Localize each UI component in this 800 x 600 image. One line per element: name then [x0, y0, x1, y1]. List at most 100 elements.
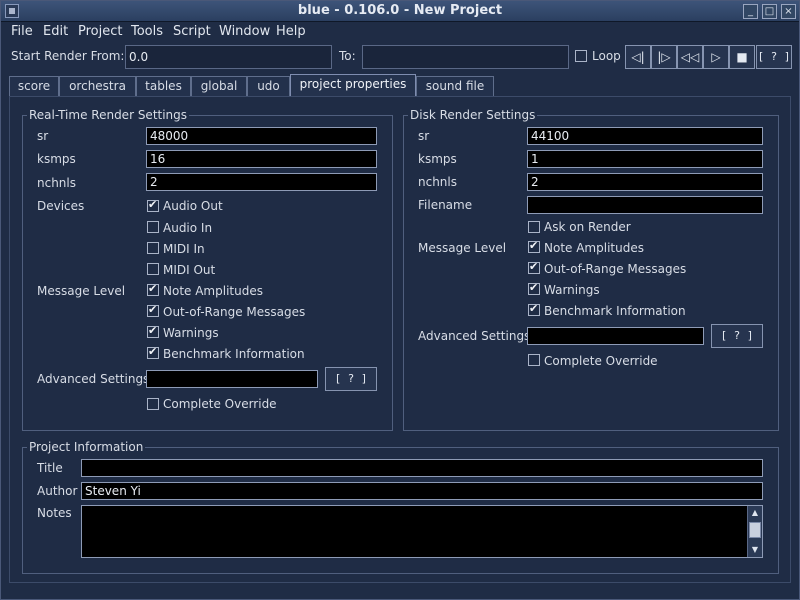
disk-warnings-label: Warnings	[544, 283, 600, 297]
disk-advanced-help-button[interactable]: [ ? ]	[711, 324, 763, 348]
rewind-start-button[interactable]: ◁|	[625, 45, 651, 69]
midi-in-checkbox[interactable]	[147, 242, 159, 254]
disk-complete-override-checkbox[interactable]	[528, 354, 540, 366]
app-window: blue - 0.106.0 - New Project _ □ × File …	[0, 0, 800, 600]
render-toolbar: Start Render From: 0.0 To: Loop ◁| |▷ ◁◁…	[1, 42, 799, 72]
disk-benchmark-checkbox[interactable]	[528, 302, 540, 316]
disk-out-of-range-label: Out-of-Range Messages	[544, 262, 687, 276]
disk-ksmps-label: ksmps	[418, 152, 457, 166]
scroll-up-icon[interactable]: ▲	[748, 507, 762, 519]
minimize-button[interactable]: _	[743, 4, 758, 19]
tab-sound-file[interactable]: sound file	[416, 76, 494, 96]
menu-edit[interactable]: Edit	[43, 24, 68, 39]
audio-out-checkbox[interactable]	[147, 198, 159, 212]
audio-in-checkbox[interactable]	[147, 221, 159, 233]
disk-warnings-checkbox[interactable]	[528, 281, 540, 295]
rt-sr-input[interactable]: 48000	[146, 127, 377, 145]
rt-benchmark-checkbox[interactable]	[147, 345, 159, 359]
rewind-button[interactable]: ◁◁	[677, 45, 703, 69]
project-author-label: Author	[37, 484, 78, 498]
project-author-input[interactable]: Steven Yi	[81, 482, 763, 500]
project-title-label: Title	[37, 461, 63, 475]
audio-out-label: Audio Out	[163, 199, 223, 213]
tab-udo[interactable]: udo	[247, 76, 290, 96]
tab-tables[interactable]: tables	[136, 76, 191, 96]
play-button[interactable]: ▷	[703, 45, 729, 69]
rt-complete-override-label: Complete Override	[163, 397, 277, 411]
rt-note-amplitudes-label: Note Amplitudes	[163, 284, 263, 298]
start-render-input[interactable]: 0.0	[125, 45, 332, 69]
menu-project[interactable]: Project	[78, 24, 122, 39]
project-notes-label: Notes	[37, 506, 72, 520]
rt-sr-label: sr	[37, 129, 49, 143]
disk-filename-input[interactable]	[527, 196, 763, 214]
ask-on-render-label: Ask on Render	[544, 220, 631, 234]
disk-message-level-label: Message Level	[418, 241, 507, 255]
midi-out-label: MIDI Out	[163, 263, 216, 277]
rt-ksmps-label: ksmps	[37, 152, 76, 166]
scroll-down-icon[interactable]: ▼	[748, 544, 762, 556]
rt-warnings-label: Warnings	[163, 326, 219, 340]
menu-file[interactable]: File	[11, 24, 33, 39]
rt-advanced-label: Advanced Settings	[37, 372, 150, 386]
close-button[interactable]: ×	[781, 4, 796, 19]
rt-nchnls-label: nchnls	[37, 176, 76, 190]
tab-project-properties[interactable]: project properties	[290, 74, 416, 96]
rt-message-level-label: Message Level	[37, 284, 126, 298]
rt-warnings-checkbox[interactable]	[147, 324, 159, 338]
disk-settings-title: Disk Render Settings	[408, 108, 538, 122]
rt-devices-label: Devices	[37, 199, 85, 213]
rt-ksmps-input[interactable]: 16	[146, 150, 377, 168]
project-info-title: Project Information	[27, 440, 146, 454]
disk-advanced-input[interactable]	[527, 327, 704, 345]
tab-global[interactable]: global	[191, 76, 247, 96]
to-input[interactable]	[362, 45, 569, 69]
loop-label: Loop	[592, 49, 621, 63]
loop-checkbox[interactable]	[575, 50, 587, 62]
toolbar-help-button[interactable]: [ ? ]	[756, 45, 792, 69]
maximize-button[interactable]: □	[762, 4, 777, 19]
rt-advanced-input[interactable]	[146, 370, 318, 388]
menu-window[interactable]: Window	[219, 24, 270, 39]
rt-out-of-range-checkbox[interactable]	[147, 303, 159, 317]
disk-note-amplitudes-label: Note Amplitudes	[544, 241, 644, 255]
disk-note-amplitudes-checkbox[interactable]	[528, 239, 540, 253]
menu-bar: File Edit Project Tools Script Window He…	[1, 22, 799, 42]
disk-nchnls-label: nchnls	[418, 175, 457, 189]
title-bar[interactable]: blue - 0.106.0 - New Project _ □ ×	[1, 1, 799, 22]
midi-out-checkbox[interactable]	[147, 263, 159, 275]
rt-note-amplitudes-checkbox[interactable]	[147, 282, 159, 296]
realtime-settings-title: Real-Time Render Settings	[27, 108, 190, 122]
menu-help[interactable]: Help	[276, 24, 306, 39]
rt-advanced-help-button[interactable]: [ ? ]	[325, 367, 377, 391]
rt-nchnls-input[interactable]: 2	[146, 173, 377, 191]
disk-nchnls-input[interactable]: 2	[527, 173, 763, 191]
tab-bar: score orchestra tables global udo projec…	[1, 74, 799, 96]
window-title: blue - 0.106.0 - New Project	[297, 3, 503, 18]
rt-complete-override-checkbox[interactable]	[147, 398, 159, 410]
disk-out-of-range-checkbox[interactable]	[528, 260, 540, 274]
start-render-label: Start Render From:	[11, 49, 125, 63]
audio-in-label: Audio In	[163, 221, 213, 235]
disk-sr-label: sr	[418, 129, 430, 143]
disk-filename-label: Filename	[418, 198, 473, 212]
disk-ksmps-input[interactable]: 1	[527, 150, 763, 168]
midi-in-label: MIDI In	[163, 242, 205, 256]
to-label: To:	[339, 49, 356, 63]
rt-benchmark-label: Benchmark Information	[163, 347, 305, 361]
project-notes-textarea[interactable]: ▲ ▼	[81, 505, 763, 558]
tab-orchestra[interactable]: orchestra	[59, 76, 136, 96]
notes-scrollbar[interactable]: ▲ ▼	[747, 506, 762, 557]
menu-script[interactable]: Script	[173, 24, 211, 39]
stop-button[interactable]: ■	[729, 45, 755, 69]
menu-tools[interactable]: Tools	[131, 24, 163, 39]
disk-benchmark-label: Benchmark Information	[544, 304, 686, 318]
disk-complete-override-label: Complete Override	[544, 354, 658, 368]
tab-score[interactable]: score	[9, 76, 59, 96]
project-title-input[interactable]	[81, 459, 763, 477]
ask-on-render-checkbox[interactable]	[528, 221, 540, 233]
step-forward-button[interactable]: |▷	[651, 45, 677, 69]
scroll-thumb[interactable]	[749, 522, 761, 538]
rt-out-of-range-label: Out-of-Range Messages	[163, 305, 306, 319]
disk-sr-input[interactable]: 44100	[527, 127, 763, 145]
